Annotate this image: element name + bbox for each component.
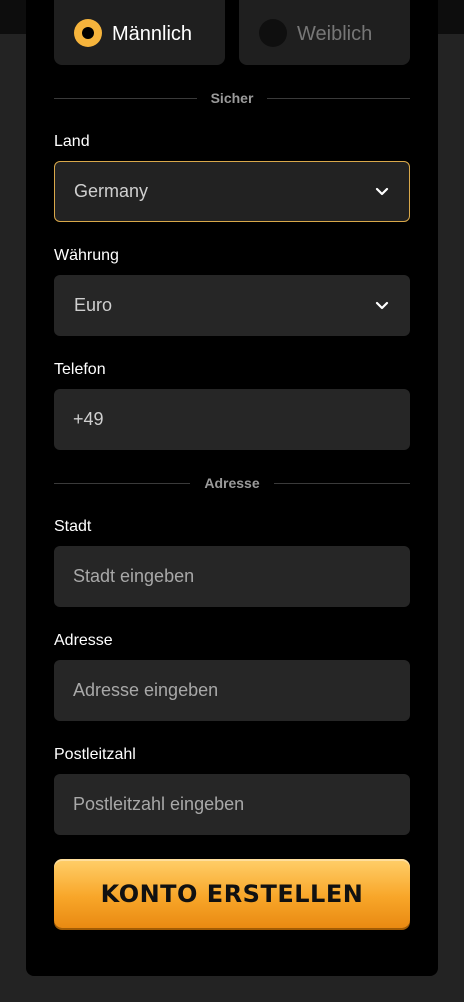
section-title-secure: Sicher xyxy=(210,90,254,106)
city-label: Stadt xyxy=(54,518,92,535)
chevron-down-icon xyxy=(375,301,389,309)
divider-line xyxy=(54,97,197,99)
country-select[interactable]: Germany xyxy=(54,161,410,222)
phone-label: Telefon xyxy=(54,361,106,378)
phone-value: +49 xyxy=(73,409,104,429)
section-divider-secure: Sicher xyxy=(54,88,410,108)
currency-select[interactable]: Euro xyxy=(54,275,410,336)
create-account-button[interactable]: KONTO ERSTELLEN xyxy=(54,859,410,928)
divider-line xyxy=(273,482,411,484)
gender-option-male[interactable]: Männlich xyxy=(54,0,225,65)
address-placeholder: Adresse eingeben xyxy=(73,680,219,700)
radio-selected-icon xyxy=(74,19,102,47)
section-title-address: Adresse xyxy=(204,475,260,491)
postal-label: Postleitzahl xyxy=(54,746,136,763)
divider-line xyxy=(54,482,191,484)
radio-unselected-icon xyxy=(259,19,287,47)
postal-placeholder: Postleitzahl eingeben xyxy=(73,794,245,814)
address-input[interactable]: Adresse eingeben xyxy=(54,660,410,721)
section-divider-address: Adresse xyxy=(54,473,411,493)
city-input[interactable]: Stadt eingeben xyxy=(54,546,410,607)
country-label: Land xyxy=(54,133,90,150)
currency-value: Euro xyxy=(74,295,113,315)
country-value: Germany xyxy=(74,181,149,201)
divider-line xyxy=(267,97,410,99)
postal-input[interactable]: Postleitzahl eingeben xyxy=(54,774,410,835)
city-placeholder: Stadt eingeben xyxy=(73,566,195,586)
chevron-down-icon xyxy=(375,187,389,195)
gender-female-label: Weiblich xyxy=(297,23,373,45)
phone-input[interactable]: +49 xyxy=(54,389,410,450)
gender-selector: Männlich Weiblich xyxy=(54,0,410,65)
gender-male-label: Männlich xyxy=(112,23,193,45)
currency-label: Währung xyxy=(54,247,119,264)
address-label: Adresse xyxy=(54,632,113,649)
gender-option-female[interactable]: Weiblich xyxy=(239,0,410,65)
